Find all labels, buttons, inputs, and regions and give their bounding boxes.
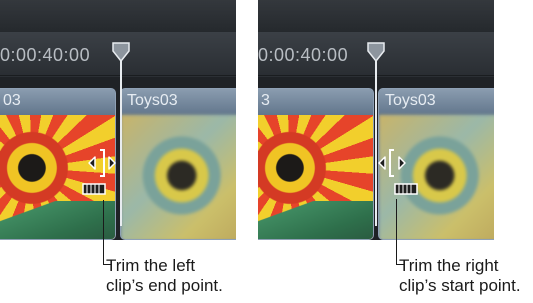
callout-line: clip’s start point. [399, 276, 521, 295]
timeline-panel-left: 0:00:40:00 03 Toys03 [0, 0, 236, 240]
callout-line: Trim the right [399, 256, 499, 275]
callout-leader-line [103, 200, 104, 265]
callout-line: clip’s end point. [106, 276, 223, 295]
clip-title: Toys03 [379, 89, 494, 115]
clip-title: Toys03 [121, 89, 236, 115]
timeline-clip-previous[interactable]: 3 [258, 88, 374, 240]
clip-title: 3 [258, 89, 373, 115]
timeline-panel-right: 0:00:40:00 3 Toys03 [258, 0, 494, 240]
playhead-icon[interactable] [111, 41, 131, 63]
timeline-toolbar [258, 0, 494, 32]
callout-trim-start: Trim the right clip’s start point. [399, 256, 521, 296]
callout-leader-line [396, 199, 397, 265]
clip-thumbnail [258, 115, 373, 239]
filmstrip-icon [82, 183, 106, 195]
playhead-line[interactable] [375, 46, 377, 226]
timeline-toolbar [0, 0, 236, 32]
playhead-icon[interactable] [366, 41, 386, 63]
trim-cursor-icon[interactable] [86, 146, 118, 180]
filmstrip-icon [394, 183, 418, 195]
ruler-timecode: 0:00:40:00 [0, 45, 91, 65]
trim-cursor-icon[interactable] [376, 146, 408, 180]
clip-title: 03 [0, 89, 115, 115]
callout-line: Trim the left [106, 256, 196, 275]
callout-trim-end: Trim the left clip’s end point. [106, 256, 223, 296]
ruler-timecode: 0:00:40:00 [258, 45, 349, 65]
clip-thumbnail [121, 115, 236, 239]
playhead-line[interactable] [120, 46, 122, 226]
timeline-clip-toys03[interactable]: Toys03 [120, 88, 236, 240]
